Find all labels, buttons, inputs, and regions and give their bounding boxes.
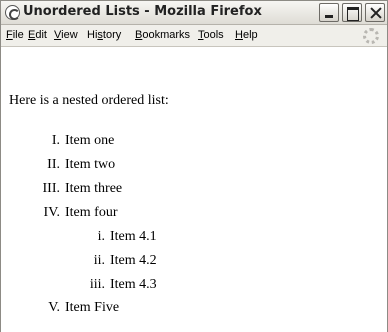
menu-file[interactable]: File (6, 29, 24, 41)
menu-history-prefix: Hi (87, 29, 98, 41)
menu-help-mnemonic: H (235, 29, 243, 41)
list-marker: IV. (43, 205, 60, 220)
firefox-icon (5, 5, 20, 20)
menu-file-label: ile (12, 29, 24, 41)
list-marker: I. (51, 133, 60, 148)
menu-view-label: iew (61, 29, 78, 41)
list-marker: V. (48, 300, 60, 315)
list-marker: III. (42, 181, 61, 196)
menu-view[interactable]: View (54, 29, 78, 41)
list-marker: i. (97, 229, 105, 244)
menu-edit[interactable]: Edit (28, 29, 47, 41)
menu-history[interactable]: History (87, 29, 121, 41)
menu-bookmarks[interactable]: Bookmarks (135, 29, 190, 41)
browser-window: Unordered Lists - Mozilla Firefox File E… (0, 0, 388, 332)
list-item-text: Item 4.3 (110, 277, 157, 292)
minimize-button[interactable] (319, 3, 339, 22)
list-marker: iii. (89, 277, 105, 292)
list-marker: II. (47, 157, 60, 172)
menu-help[interactable]: Help (235, 29, 258, 41)
menu-help-label: elp (242, 29, 258, 41)
intro-text: Here is a nested ordered list: (9, 93, 169, 108)
menu-bookmarks-label: ookmarks (142, 29, 191, 41)
list-item-text: Item four (65, 205, 118, 220)
list-item-text: Item one (65, 133, 115, 148)
maximize-button[interactable] (342, 3, 362, 22)
menu-file-mnemonic: F (6, 29, 13, 41)
list-item-text: Item Five (65, 300, 120, 315)
list-item-text: Item three (65, 181, 123, 196)
window-title: Unordered Lists - Mozilla Firefox (23, 4, 262, 19)
list-marker: ii. (93, 253, 105, 268)
list-item-text: Item 4.1 (110, 229, 157, 244)
menu-bar: File Edit View History Bookmarks Tools H… (1, 25, 387, 47)
title-bar[interactable]: Unordered Lists - Mozilla Firefox (1, 1, 387, 25)
close-button[interactable] (365, 3, 385, 22)
page-content: Here is a nested ordered list: I. Item o… (1, 48, 387, 332)
activity-throbber-icon (363, 28, 379, 44)
menu-history-label: tory (102, 29, 122, 41)
menu-tools-label: ools (203, 29, 224, 41)
menu-tools[interactable]: Tools (198, 29, 224, 41)
list-item-text: Item two (65, 157, 116, 172)
menu-edit-label: dit (35, 29, 47, 41)
list-item-text: Item 4.2 (110, 253, 157, 268)
